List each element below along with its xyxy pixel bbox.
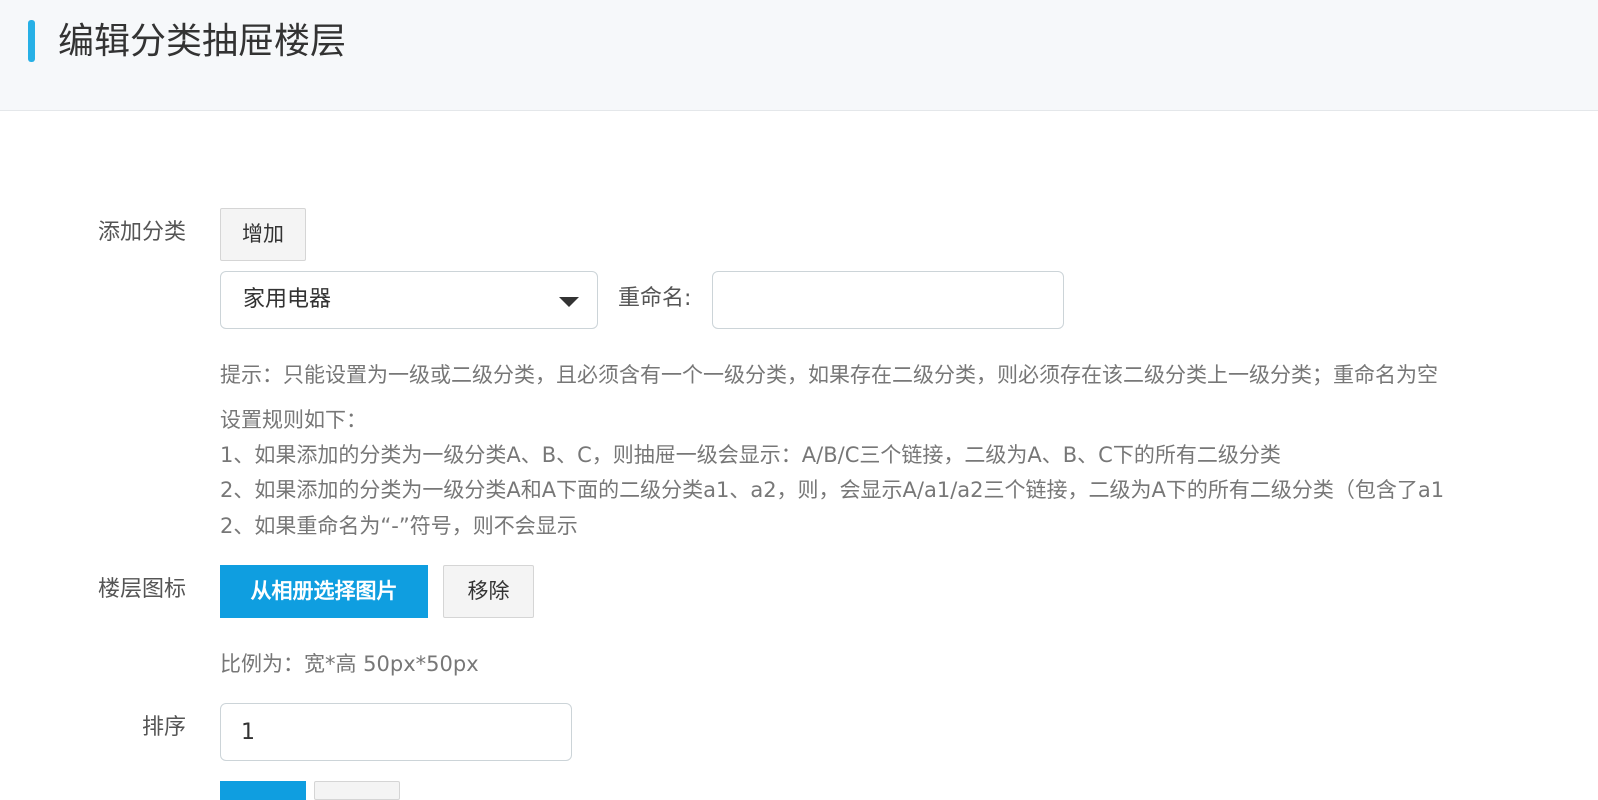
remove-icon-button[interactable]: 移除 — [443, 565, 534, 618]
sort-input[interactable] — [220, 703, 572, 761]
title-accent-bar — [28, 20, 35, 62]
add-category-button[interactable]: 增加 — [220, 208, 306, 261]
rules-title: 设置规则如下： — [220, 408, 367, 432]
rule-2: 2、如果添加的分类为一级分类A和A下面的二级分类a1、a2，则，会显示A/a1/… — [220, 478, 1445, 502]
choose-from-album-button[interactable]: 从相册选择图片 — [220, 565, 428, 618]
page-title: 编辑分类抽屉楼层 — [58, 21, 347, 62]
rule-3: 2、如果重命名为“-”符号，则不会显示 — [220, 514, 578, 538]
help-tip: 提示：只能设置为一级或二级分类，且必须含有一个一级分类，如果存在二级分类，则必须… — [220, 363, 1438, 387]
sort-label: 排序 — [141, 715, 186, 740]
submit-button-partial[interactable] — [220, 781, 306, 800]
rename-input[interactable] — [712, 271, 1064, 329]
category-select[interactable]: 家用电器 — [220, 271, 598, 329]
ratio-hint: 比例为：宽*高 50px*50px — [220, 652, 479, 676]
chevron-down-icon — [559, 297, 579, 307]
category-select-value: 家用电器 — [243, 287, 332, 312]
floor-icon-label: 楼层图标 — [97, 577, 186, 602]
page-header: 编辑分类抽屉楼层 — [0, 0, 1598, 111]
rename-label: 重命名: — [618, 286, 692, 311]
back-button-partial[interactable] — [314, 781, 400, 800]
rule-1: 1、如果添加的分类为一级分类A、B、C，则抽屉一级会显示：A/B/C三个链接，二… — [220, 443, 1281, 467]
add-category-label: 添加分类 — [97, 220, 186, 245]
